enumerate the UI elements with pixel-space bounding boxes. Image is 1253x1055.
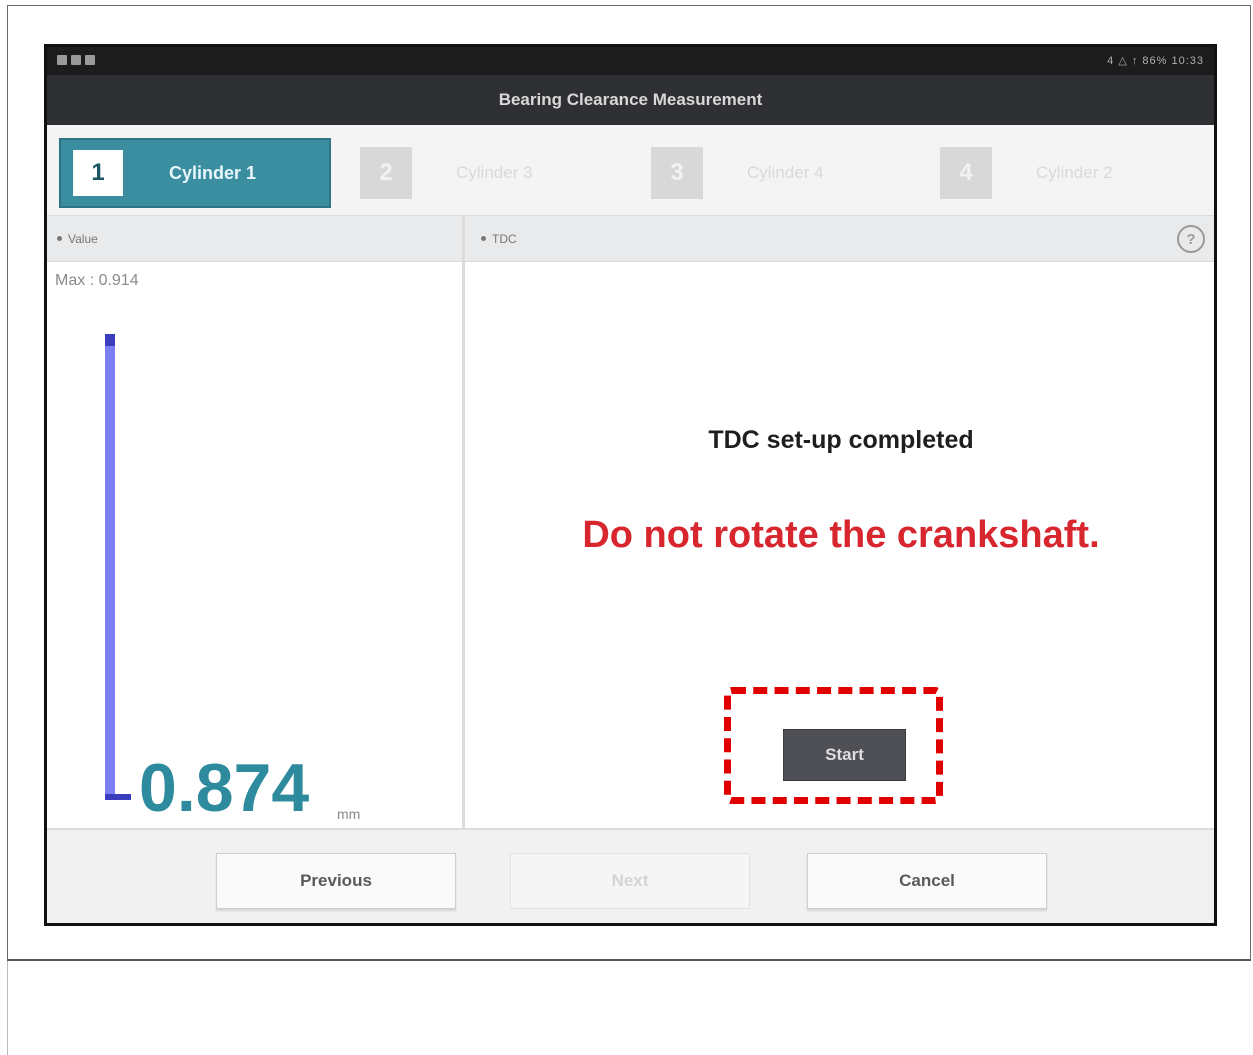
step-label: Cylinder 1	[169, 162, 257, 183]
max-value-label: Max : 0.914	[55, 272, 139, 289]
step-cylinder-2[interactable]: 4 Cylinder 2	[940, 138, 1113, 208]
start-button[interactable]: Start	[783, 729, 906, 781]
gauge-top-cap	[105, 334, 115, 346]
notification-icons	[57, 55, 95, 65]
status-bar: 4 △ ↑ 86% 10:33	[47, 47, 1214, 75]
step-label: Cylinder 4	[747, 163, 824, 182]
tdc-panel-title: TDC	[492, 231, 517, 246]
footer-bar: Previous Next Cancel	[47, 828, 1214, 923]
bullet-icon	[57, 236, 62, 241]
step-number: 4	[940, 147, 992, 199]
cancel-button[interactable]: Cancel	[807, 853, 1047, 909]
notification-icon	[71, 55, 81, 65]
value-panel-title: Value	[68, 231, 98, 246]
tdc-panel-header: TDC	[465, 216, 1214, 262]
crankshaft-warning: Do not rotate the crankshaft.	[582, 514, 1100, 556]
step-cylinder-4[interactable]: 3 Cylinder 4	[651, 138, 824, 208]
value-panel: Value Max : 0.914 0.874 mm	[47, 216, 465, 828]
frame-divider	[7, 961, 8, 1055]
question-circle-icon[interactable]: ?	[1177, 225, 1205, 253]
status-right: 4 △ ↑ 86% 10:33	[1107, 55, 1204, 67]
page-title: Bearing Clearance Measurement	[498, 90, 763, 109]
step-cylinder-1[interactable]: 1 Cylinder 1	[59, 138, 331, 208]
title-bar: Bearing Clearance Measurement	[47, 75, 1214, 125]
next-button[interactable]: Next	[510, 853, 750, 909]
notification-icon	[57, 55, 67, 65]
notification-icon	[85, 55, 95, 65]
step-number: 3	[651, 147, 703, 199]
gauge-base	[105, 794, 131, 800]
step-number: 1	[73, 150, 123, 196]
step-bar: 1 Cylinder 1 2 Cylinder 3 3 Cylinder 4 4…	[47, 125, 1214, 216]
current-value: 0.874	[139, 750, 310, 826]
step-label: Cylinder 2	[1036, 163, 1113, 182]
previous-button[interactable]: Previous	[216, 853, 456, 909]
tdc-status-message: TDC set-up completed	[708, 426, 974, 454]
clearance-gauge-bar	[105, 334, 115, 798]
step-cylinder-3[interactable]: 2 Cylinder 3	[360, 138, 533, 208]
tablet-screen: 4 △ ↑ 86% 10:33 Bearing Clearance Measur…	[44, 44, 1217, 926]
step-label: Cylinder 3	[456, 163, 533, 182]
step-number: 2	[360, 147, 412, 199]
bullet-icon	[481, 236, 486, 241]
value-panel-header: Value	[47, 216, 462, 262]
value-unit: mm	[337, 806, 361, 822]
